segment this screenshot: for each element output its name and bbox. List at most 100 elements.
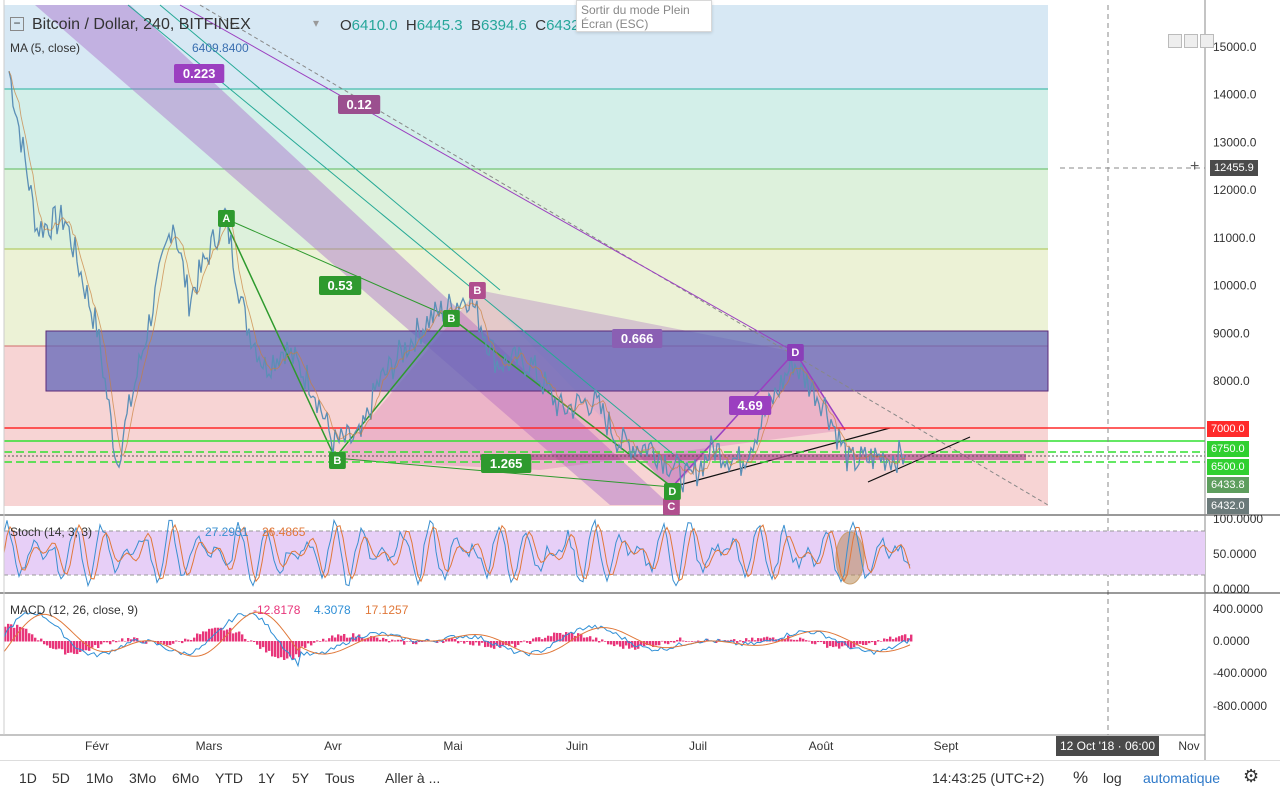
y-axis[interactable]: 15000.0 14000.0 13000.0 12000.0 11000.0 10000… [1213,40,1257,388]
signal-line [3,611,911,657]
macd-hist-bar [274,641,277,657]
macd-hist-bar [895,637,898,642]
macd-hist-bar [103,641,106,643]
macd-hist-bar [322,638,325,642]
macd-hist-bar [202,631,205,642]
log-toggle[interactable]: log [1103,770,1122,786]
annotation-label: 0.12 [346,97,371,112]
macd-hist-bar [460,641,463,642]
macd-hist-bar [739,640,742,642]
y-tick-label: 11000.0 [1213,231,1256,245]
annotation-label: B [333,455,341,467]
macd-hist-bar [391,639,394,642]
macd-hist-bar [874,641,877,646]
macd-hist-bar [166,641,169,646]
macd-hist-bar [664,641,667,644]
range-button-1d[interactable]: 1D [19,770,37,786]
macd-hist-bar [547,635,550,642]
macd-tick-label: -400.0000 [1213,666,1267,680]
macd-hist-bar [163,641,166,645]
macd-hist-bar [826,641,829,648]
macd-hist-bar [610,641,613,645]
macd-hist-bar [250,640,253,642]
macd-hist-bar [532,638,535,642]
macd-hist-bar [376,637,379,642]
macd-hist-bar [796,639,799,642]
macd-hist-bar [313,641,316,643]
macd-hist-bar [319,641,322,642]
macd-hist-bar [823,641,826,645]
collapse-icon[interactable]: − [10,17,24,31]
macd-hist-bar [43,641,46,645]
macd-hist-bar [304,641,307,648]
ma-price-box: 6433.8 [1207,477,1249,493]
macd-hist-bar [241,634,244,642]
annotation-label: A [222,213,230,225]
macd-hist-bar [910,634,913,642]
macd-hist-bar [607,641,610,645]
chart-root: 15000.0 14000.0 13000.0 12000.0 11000.0 10000… [0,0,1280,800]
macd-hist-bar [397,639,400,642]
macd-hist-bar [616,641,619,645]
macd-hist-bar [55,641,58,650]
goto-date-button[interactable]: Aller à ... [385,770,440,786]
range-button-3mo[interactable]: 3Mo [129,770,156,786]
range-button-1mo[interactable]: 1Mo [86,770,113,786]
move-up-icon[interactable] [1168,34,1182,48]
macd-hist-bar [535,637,538,642]
macd-hist-bar [91,641,94,648]
crosshair [1060,5,1205,735]
macd-hist-bar [523,640,526,642]
settings-gear-icon[interactable]: ⚙ [1243,766,1259,787]
crosshair-plus-icon: + [1190,158,1200,175]
macd-hist-bar [592,639,595,642]
annotation-label: D [668,486,676,498]
macd-hist-bar [172,641,175,644]
annotation-label: 4.69 [737,398,762,413]
symbol-dropdown-icon[interactable]: ▾ [313,16,319,30]
macd-hist-bar [388,641,391,643]
percent-toggle[interactable]: % [1073,768,1088,788]
main-chart-svg[interactable]: 15000.0 14000.0 13000.0 12000.0 11000.0 10000… [0,0,1280,800]
stoch-label[interactable]: Stoch (14, 3, 3) [10,525,92,539]
ma-label[interactable]: MA (5, close) [10,41,80,55]
macd-hist-bar [790,639,793,642]
macd-hist-bar [676,639,679,642]
x-tick-label: Août [809,739,834,753]
auto-toggle[interactable]: automatique [1143,770,1220,786]
macd-hist-bar [868,641,871,644]
macd-hist-bar [343,634,346,642]
macd-label[interactable]: MACD (12, 26, close, 9) [10,603,138,617]
range-button-6mo[interactable]: 6Mo [172,770,199,786]
macd-hist-bar [100,641,103,645]
range-button-tous[interactable]: Tous [325,770,355,786]
macd-hist-bar [877,640,880,642]
x-axis[interactable]: Févr Mars Avr Mai Juin Juil Août Sept Nov [85,739,1200,753]
range-button-5d[interactable]: 5D [52,770,70,786]
y-tick-label: 14000.0 [1213,88,1257,102]
macd-hist-bar [61,641,64,650]
macd-hist-bar [40,638,43,642]
annotation-label: B [473,285,481,297]
macd-hist-bar [307,641,310,644]
move-down-icon[interactable] [1184,34,1198,48]
annotation-label: B [447,313,455,325]
fullscreen-tooltip: Sortir du mode Plein Écran (ESC) [576,0,712,32]
macd-hist-bar [541,639,544,642]
y-tick-label: 12000.0 [1213,183,1257,197]
macd-hist-bar [625,641,628,646]
macd-hist-bar [340,635,343,642]
maximize-icon[interactable] [1200,34,1214,48]
macd-hist-bar [64,641,67,655]
macd-signal-value: 17.1257 [365,603,409,617]
macd-hist-bar [685,641,688,642]
macd-hist-bar [190,639,193,642]
macd-hist-bar [223,630,226,642]
x-tick-label: Mars [196,739,223,753]
range-button-1y[interactable]: 1Y [258,770,275,786]
annotation-label: 1.265 [490,456,523,471]
macd-hist-bar [334,637,337,642]
range-button-5y[interactable]: 5Y [292,770,309,786]
macd-tick-label: 400.0000 [1213,602,1263,616]
range-button-ytd[interactable]: YTD [215,770,243,786]
